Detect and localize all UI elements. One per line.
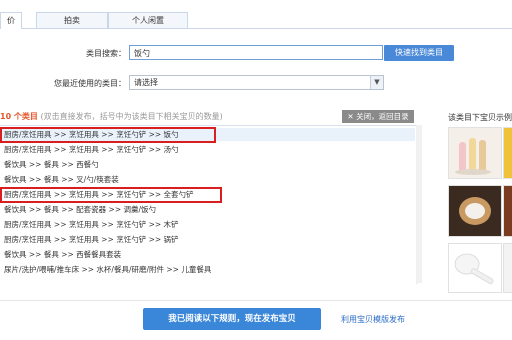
- highlight-box: [0, 187, 222, 203]
- example-image[interactable]: [503, 127, 512, 179]
- example-image[interactable]: [448, 243, 502, 293]
- list-item[interactable]: 餐饮具 >> 餐具 >> 西餐餐具套装: [4, 248, 121, 261]
- example-panel-title: 该类目下宝贝示例: [448, 113, 512, 122]
- category-search-label: 类目搜索：: [86, 49, 126, 58]
- recent-category-select[interactable]: 请选择 ▼: [129, 75, 384, 90]
- example-image[interactable]: [448, 185, 502, 237]
- chevron-down-icon[interactable]: ▼: [370, 76, 383, 89]
- list-scrollbar[interactable]: [416, 125, 422, 283]
- highlight-box: [0, 127, 216, 143]
- spoon-set-image: [449, 128, 501, 178]
- example-image[interactable]: [503, 185, 512, 237]
- recent-category-value: 请选择: [134, 78, 158, 87]
- close-return-button[interactable]: ✕ 关闭，返回目录: [342, 110, 414, 123]
- list-item[interactable]: 餐饮具 >> 餐具 >> 配套瓷器 >> 调羹/饭勺: [4, 203, 156, 216]
- quick-find-category-button[interactable]: 快速找到类目: [384, 45, 454, 61]
- recent-category-label: 您最近使用的类目：: [54, 79, 126, 88]
- example-image[interactable]: [448, 127, 502, 179]
- close-icon: ✕: [347, 112, 354, 121]
- rice-paddle-image: [449, 244, 501, 292]
- category-list: 厨房/烹饪用具 >> 烹饪用具 >> 烹饪勺铲 >> 饭勺 厨房/烹饪用具 >>…: [0, 125, 417, 284]
- footer-divider: [0, 300, 512, 301]
- category-hint: (双击直接发布，括号中为该类目下相关宝贝的数量): [40, 112, 223, 121]
- list-item[interactable]: 餐饮具 >> 餐具 >> 西餐勺: [4, 158, 99, 171]
- example-image[interactable]: [503, 243, 512, 293]
- close-return-label: 关闭，返回目录: [356, 112, 409, 121]
- list-item[interactable]: 厨房/烹饪用具 >> 烹饪用具 >> 烹饪勺铲 >> 汤勺: [4, 143, 179, 156]
- tab-personal-idle[interactable]: 个人闲置: [108, 12, 188, 28]
- wooden-spoon-image: [449, 186, 501, 236]
- list-item[interactable]: 尿片/洗护/喂哺/推车床 >> 水杯/餐具/研磨/附件 >> 儿童餐具: [4, 263, 211, 276]
- tab-price[interactable]: 价: [0, 12, 22, 29]
- category-count: 10 个类目: [0, 112, 38, 121]
- tab-auction[interactable]: 拍卖: [36, 12, 108, 28]
- list-item[interactable]: 厨房/烹饪用具 >> 烹饪用具 >> 烹饪勺铲 >> 锅铲: [4, 233, 179, 246]
- publish-button[interactable]: 我已阅读以下规则，现在发布宝贝: [143, 308, 321, 330]
- category-search-input[interactable]: 饭勺: [129, 45, 383, 60]
- list-item[interactable]: 餐饮具 >> 餐具 >> 叉/勺/筷套装: [4, 173, 119, 186]
- template-publish-link[interactable]: 利用宝贝模版发布: [341, 314, 405, 325]
- list-item[interactable]: 厨房/烹饪用具 >> 烹饪用具 >> 烹饪勺铲 >> 木铲: [4, 218, 179, 231]
